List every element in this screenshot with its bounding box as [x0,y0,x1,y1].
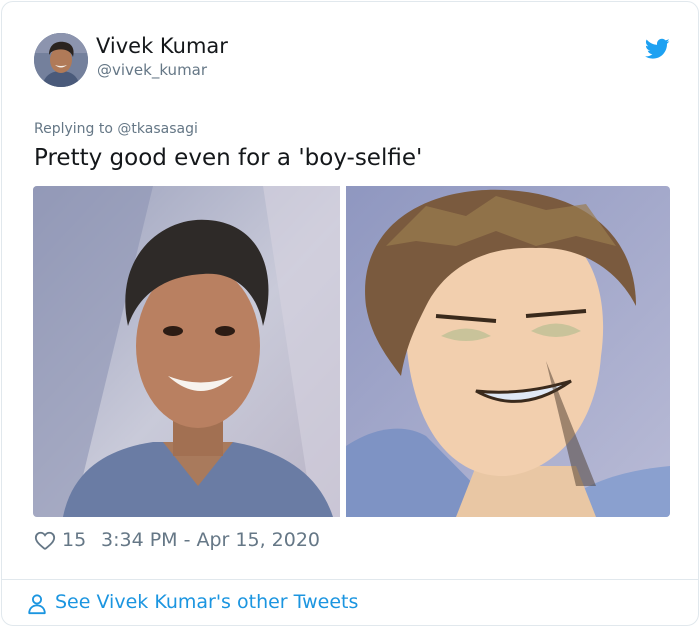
author-handle[interactable]: @vivek_kumar [97,61,207,79]
tweet-text: Pretty good even for a 'boy-selfie' [34,145,423,171]
author-avatar[interactable] [34,33,88,87]
tweet-header: Vivek Kumar @vivek_kumar [34,33,670,89]
tweet-timestamp[interactable]: 3:34 PM - Apr 15, 2020 [101,529,320,551]
reply-mention-link[interactable]: @tkasasagi [117,121,197,137]
footer-divider [2,579,698,580]
anime-style-portrait[interactable] [346,186,670,517]
heart-outline-icon[interactable] [34,530,56,552]
tweet-media[interactable] [33,186,670,517]
person-outline-icon [28,594,46,615]
like-count[interactable]: 15 [62,529,86,551]
man-smiling-photo[interactable] [33,186,340,517]
reply-prefix: Replying to [34,121,118,137]
author-display-name[interactable]: Vivek Kumar [96,34,228,58]
replying-to: Replying to @tkasasagi [34,121,198,137]
tweet-card: Vivek Kumar @vivek_kumar Replying to @tk… [1,1,699,626]
see-other-tweets-label: See Vivek Kumar's other Tweets [55,591,359,613]
twitter-bird-icon[interactable] [645,38,670,60]
